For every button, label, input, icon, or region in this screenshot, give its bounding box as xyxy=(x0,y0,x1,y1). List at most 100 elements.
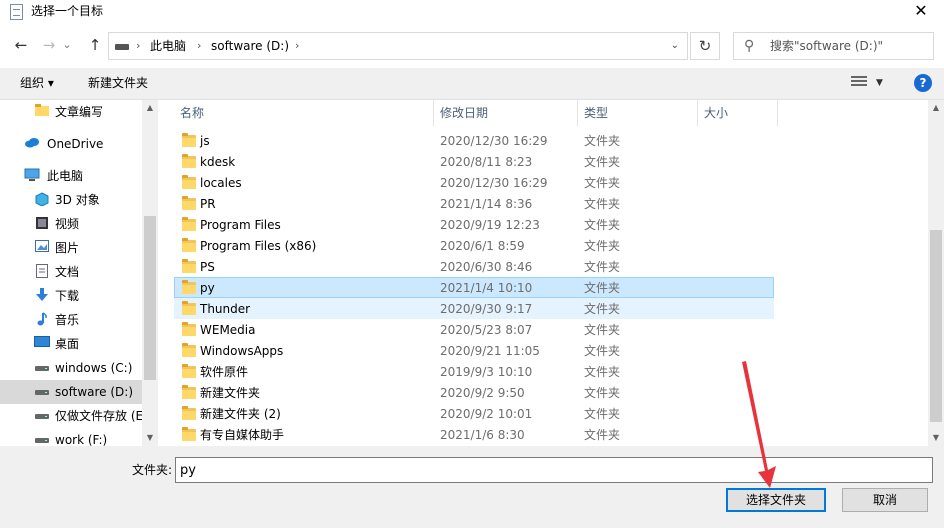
file-name: PR xyxy=(200,197,216,211)
sidebar-item-videos[interactable]: 视频 xyxy=(0,212,142,236)
sidebar-item-this-pc[interactable]: 此电脑 xyxy=(0,164,142,188)
breadcrumb-separator[interactable]: › xyxy=(295,33,299,59)
sidebar-item-drive-d[interactable]: software (D:) xyxy=(0,380,142,404)
sidebar-item-desktop[interactable]: 桌面 xyxy=(0,332,142,356)
file-name: Program Files (x86) xyxy=(200,239,317,253)
close-icon[interactable]: ✕ xyxy=(904,0,938,24)
refresh-icon[interactable]: ↻ xyxy=(690,32,720,60)
sidebar-item-onedrive[interactable]: OneDrive xyxy=(0,132,142,156)
sidebar-item-label: 文章编写 xyxy=(55,105,104,119)
scroll-up-arrow-icon[interactable]: ▲ xyxy=(142,100,158,116)
file-row[interactable]: locales 2020/12/30 16:29 文件夹 xyxy=(174,172,774,193)
recent-locations-chevron-icon[interactable]: ⌄ xyxy=(60,34,74,56)
file-row[interactable]: 软件原件 2019/9/3 10:10 文件夹 xyxy=(174,361,774,382)
file-type: 文件夹 xyxy=(584,428,621,442)
search-input[interactable] xyxy=(770,36,930,56)
sidebar-item-label: OneDrive xyxy=(47,137,104,151)
sidebar-item-label: 图片 xyxy=(55,241,80,255)
file-row[interactable]: py 2021/1/4 10:10 文件夹 xyxy=(174,277,774,298)
column-type[interactable]: 类型 xyxy=(578,100,698,126)
file-date: 2020/6/30 8:46 xyxy=(440,260,533,274)
sidebar-item-label: 此电脑 xyxy=(47,169,84,183)
scroll-up-arrow-icon[interactable]: ▲ xyxy=(928,100,944,116)
help-icon[interactable]: ? xyxy=(914,74,932,92)
file-date: 2021/1/4 10:10 xyxy=(440,281,533,295)
file-row[interactable]: Program Files (x86) 2020/6/1 8:59 文件夹 xyxy=(174,235,774,256)
file-row[interactable]: Thunder 2020/9/30 9:17 文件夹 xyxy=(174,298,774,319)
scrollbar-thumb[interactable] xyxy=(144,216,156,380)
file-row[interactable]: 新建文件夹 2020/9/2 9:50 文件夹 xyxy=(174,382,774,403)
cancel-button[interactable]: 取消 xyxy=(842,488,928,512)
file-name: 软件原件 xyxy=(200,365,249,379)
breadcrumb-this-pc[interactable]: 此电脑 xyxy=(150,33,186,59)
desktop-icon xyxy=(34,336,50,352)
file-type: 文件夹 xyxy=(584,176,621,190)
sidebar-item-label: 桌面 xyxy=(55,337,80,351)
file-row[interactable]: WindowsApps 2020/9/21 11:05 文件夹 xyxy=(174,340,774,361)
sidebar-item-drive-e[interactable]: 仅做文件存放 (E xyxy=(0,404,142,428)
scroll-down-arrow-icon[interactable]: ▼ xyxy=(142,430,158,446)
file-date: 2021/1/14 8:36 xyxy=(440,197,533,211)
file-row[interactable]: WEMedia 2020/5/23 8:07 文件夹 xyxy=(174,319,774,340)
forward-arrow-icon[interactable]: → xyxy=(38,34,60,56)
file-row[interactable]: PR 2021/1/14 8:36 文件夹 xyxy=(174,193,774,214)
breadcrumb-software-d[interactable]: software (D:) xyxy=(211,33,289,59)
file-type: 文件夹 xyxy=(584,386,621,400)
file-list: ^ 名称 修改日期 类型 大小 js2020/12/30 16:29文件夹kde… xyxy=(160,100,944,446)
folder-icon xyxy=(182,280,196,294)
column-date-modified[interactable]: 修改日期 xyxy=(434,100,578,126)
file-row[interactable]: PS 2020/6/30 8:46 文件夹 xyxy=(174,256,774,277)
sidebar-item-documents[interactable]: 文档 xyxy=(0,260,142,284)
cube-icon xyxy=(34,192,50,208)
up-arrow-icon[interactable]: ↑ xyxy=(84,34,106,56)
file-date: 2020/8/11 8:23 xyxy=(440,155,533,169)
file-name: Thunder xyxy=(200,302,251,316)
address-bar[interactable]: › 此电脑 › software (D:) › ⌄ xyxy=(108,32,688,60)
select-folder-button[interactable]: 选择文件夹 xyxy=(726,488,826,512)
breadcrumb-separator[interactable]: › xyxy=(197,33,201,59)
organize-menu-button[interactable]: 组织 ▾ xyxy=(20,68,54,98)
column-header: ^ 名称 修改日期 类型 大小 xyxy=(160,100,944,126)
drive-icon xyxy=(34,432,50,446)
view-dropdown-chevron-icon[interactable]: ▼ xyxy=(876,68,883,98)
file-list-scrollbar[interactable]: ▲ ▼ xyxy=(928,100,944,446)
file-row[interactable]: Program Files 2020/9/19 12:23 文件夹 xyxy=(174,214,774,235)
back-arrow-icon[interactable]: ← xyxy=(10,34,32,56)
file-row[interactable]: js 2020/12/30 16:29 文件夹 xyxy=(174,130,774,151)
sidebar-item-drive-f[interactable]: work (F:) xyxy=(0,428,142,446)
column-name[interactable]: 名称 xyxy=(174,100,434,126)
sidebar-item-drive-c[interactable]: windows (C:) xyxy=(0,356,142,380)
column-size[interactable]: 大小 xyxy=(698,100,778,126)
computer-icon xyxy=(24,168,40,184)
address-dropdown-chevron-icon[interactable]: ⌄ xyxy=(671,33,679,59)
folder-icon xyxy=(182,238,196,252)
video-icon xyxy=(34,216,50,232)
file-row[interactable]: 新建文件夹 (2) 2020/9/2 10:01 文件夹 xyxy=(174,403,774,424)
folder-name-input[interactable] xyxy=(175,457,933,483)
new-folder-button[interactable]: 新建文件夹 xyxy=(88,68,148,98)
scroll-down-arrow-icon[interactable]: ▼ xyxy=(928,430,944,446)
scrollbar-thumb[interactable] xyxy=(930,230,942,422)
drive-icon xyxy=(115,44,129,50)
cloud-icon xyxy=(24,136,40,152)
sidebar-item-3d-objects[interactable]: 3D 对象 xyxy=(0,188,142,212)
sidebar-item-article-writing[interactable]: 文章编写 xyxy=(0,100,142,124)
sidebar-item-pictures[interactable]: 图片 xyxy=(0,236,142,260)
file-name: js xyxy=(200,134,210,148)
sidebar-item-downloads[interactable]: 下载 xyxy=(0,284,142,308)
sidebar-item-label: windows (C:) xyxy=(55,361,133,375)
drive-icon xyxy=(34,360,50,376)
file-date: 2020/9/21 11:05 xyxy=(440,344,540,358)
file-name: locales xyxy=(200,176,242,190)
sidebar-scrollbar[interactable]: ▲ ▼ xyxy=(142,100,158,446)
sidebar-item-music[interactable]: 音乐 xyxy=(0,308,142,332)
file-row[interactable]: kdesk 2020/8/11 8:23 文件夹 xyxy=(174,151,774,172)
sidebar-item-label: 文档 xyxy=(55,265,80,279)
folder-icon xyxy=(182,406,196,420)
folder-icon xyxy=(182,259,196,273)
file-row[interactable]: 有专自媒体助手 2021/1/6 8:30 文件夹 xyxy=(174,424,774,445)
search-box[interactable]: ⚲ xyxy=(733,32,934,60)
file-name: PS xyxy=(200,260,215,274)
view-options-icon[interactable] xyxy=(851,76,867,90)
breadcrumb-separator[interactable]: › xyxy=(136,33,140,59)
